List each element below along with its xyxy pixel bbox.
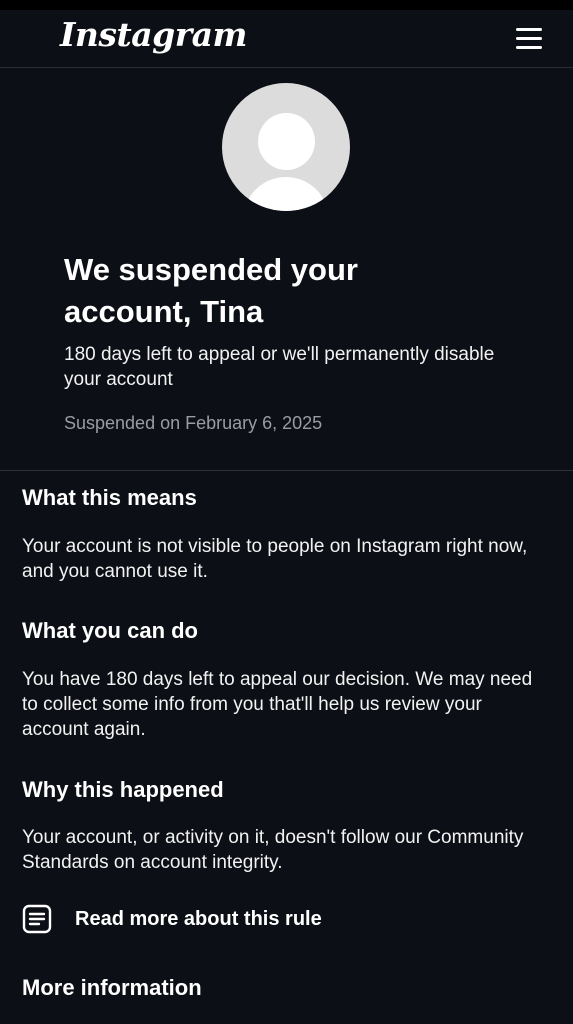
top-navigation-bar: Instagram (0, 10, 573, 68)
appeal-deadline-text: 180 days left to appeal or we'll permane… (64, 344, 495, 390)
why-this-happened-text: Your account, or activity on it, doesn't… (22, 827, 524, 873)
document-icon (22, 904, 52, 934)
more-information-heading[interactable]: More information (22, 974, 202, 1002)
hamburger-menu-icon[interactable] (511, 24, 547, 54)
what-this-means-text: Your account is not visible to people on… (22, 536, 528, 582)
suspension-date: Suspended on February 6, 2025 (64, 413, 323, 433)
what-you-can-do-text: You have 180 days left to appeal our dec… (22, 669, 533, 740)
instagram-logo[interactable]: Instagram (60, 15, 247, 54)
default-avatar-icon (222, 83, 350, 211)
avatar-body (243, 177, 329, 211)
section-divider (0, 470, 573, 471)
what-you-can-do-heading: What you can do (22, 618, 198, 643)
menu-line (516, 46, 542, 49)
menu-line (516, 37, 542, 40)
read-more-rule-label: Read more about this rule (75, 908, 322, 930)
what-this-means-heading: What this means (22, 485, 197, 510)
avatar-head (258, 113, 315, 170)
menu-line (516, 28, 542, 31)
status-bar (0, 0, 573, 10)
suspension-title: We suspended your account, Tina (64, 252, 358, 329)
read-more-rule-link[interactable]: Read more about this rule (22, 901, 362, 937)
why-this-happened-heading: Why this happened (22, 777, 224, 802)
